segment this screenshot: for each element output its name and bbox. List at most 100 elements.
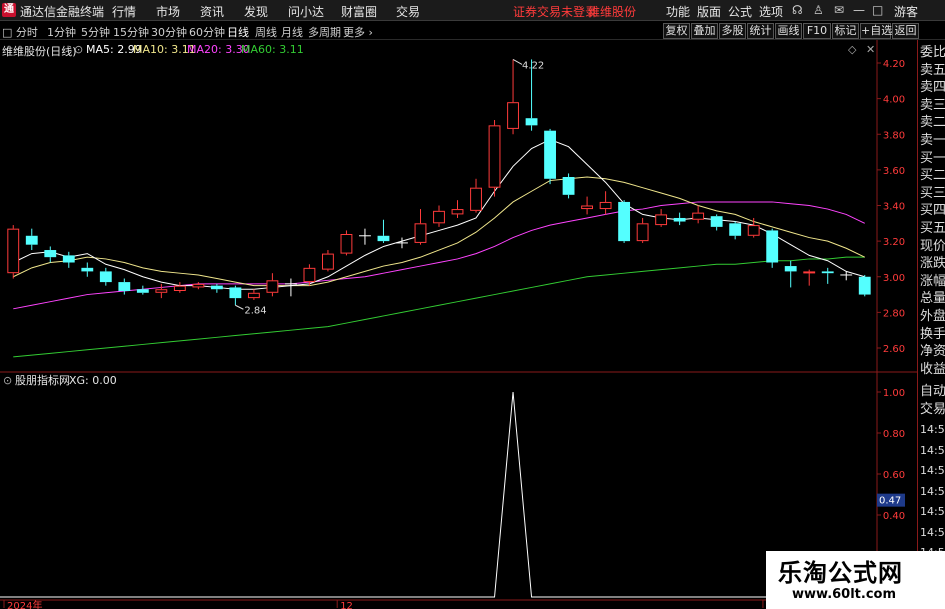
period-1min[interactable]: 1分钟 bbox=[47, 24, 76, 40]
menu-item-trade[interactable]: 交易 bbox=[396, 3, 420, 20]
period-more[interactable]: 更多 › bbox=[343, 24, 373, 40]
headset-icon[interactable]: ☊ bbox=[792, 3, 803, 17]
price-tick-label: 2.80 bbox=[883, 308, 905, 319]
mark-button[interactable]: 标记 bbox=[832, 23, 859, 39]
sub-indicator-chart bbox=[0, 391, 865, 598]
moving-average-lines bbox=[13, 139, 865, 358]
period-60min[interactable]: 60分钟 bbox=[189, 24, 225, 40]
sub-tick-label: 0.40 bbox=[883, 511, 905, 522]
price-tick-label: 2.60 bbox=[883, 344, 905, 355]
trading-terminal-window: 通 通达信金融终端 行情 市场 资讯 发现 问小达 财富圈 交易 证券交易未登录… bbox=[0, 0, 945, 609]
menu-item-layout[interactable]: 版面 bbox=[697, 3, 721, 20]
candle-body-down bbox=[118, 282, 131, 291]
candle-body-up bbox=[747, 225, 760, 236]
period-15min[interactable]: 15分钟 bbox=[113, 24, 149, 40]
candle-body-down bbox=[525, 118, 538, 126]
period-label: 分时 bbox=[15, 26, 38, 39]
menu-item-market[interactable]: 市场 bbox=[156, 3, 180, 20]
period-multi[interactable]: 多周期 bbox=[308, 24, 341, 40]
menu-item-options[interactable]: 选项 bbox=[759, 3, 783, 20]
menu-item-discover[interactable]: 发现 bbox=[244, 3, 268, 20]
price-tick-label: 3.00 bbox=[883, 273, 905, 284]
shirt-icon[interactable]: ♙ bbox=[813, 3, 824, 17]
candle-body-up bbox=[247, 292, 260, 299]
quote-label: 涨跌 bbox=[920, 256, 945, 272]
candle-body-down bbox=[858, 276, 871, 295]
trade-time: 14:56 bbox=[920, 423, 945, 436]
candle-body-down bbox=[766, 230, 779, 263]
multi-stock-button[interactable]: 多股 bbox=[719, 23, 746, 39]
candle-body-down bbox=[25, 235, 38, 245]
period-daily[interactable]: 日线 bbox=[227, 24, 249, 40]
menu-item-wealth-circle[interactable]: 财富圈 bbox=[341, 3, 377, 20]
sub-tick-label: 0.80 bbox=[883, 429, 905, 440]
menu-item-news[interactable]: 资讯 bbox=[200, 3, 224, 20]
candle-body-down bbox=[44, 250, 57, 258]
login-notice[interactable]: 证券交易未登录 bbox=[513, 3, 597, 20]
back-button[interactable]: 返回 bbox=[892, 23, 919, 39]
minimize-icon[interactable]: — bbox=[853, 3, 865, 17]
period-more-label: 更多 bbox=[343, 26, 365, 39]
candle-body-up bbox=[636, 223, 649, 242]
quote-label: 涨幅 bbox=[920, 273, 945, 289]
period-toolbar: □ 分时 1分钟 5分钟 15分钟 30分钟 60分钟 日线 周线 月线 多周期… bbox=[0, 22, 945, 40]
xg-line bbox=[0, 391, 865, 598]
adjust-button[interactable]: 复权 bbox=[663, 23, 690, 39]
quote-label: 卖四 bbox=[920, 80, 945, 96]
overlay-button[interactable]: 叠加 bbox=[691, 23, 718, 39]
message-icon[interactable]: ✉ bbox=[834, 3, 844, 17]
candle-body-up bbox=[803, 271, 816, 274]
quote-label: 卖三 bbox=[920, 97, 945, 113]
quote-label: 买五 bbox=[920, 221, 945, 236]
auto-trade-label[interactable]: 自动 bbox=[920, 383, 945, 401]
maximize-icon[interactable]: □ bbox=[872, 3, 883, 17]
candle-body-down bbox=[710, 216, 723, 227]
menu-item-ask[interactable]: 问小达 bbox=[288, 3, 324, 20]
kline-chart[interactable]: 4.22 2.84 4.20 4.00 3.80 3.60 3.40 3.20 3.00 2.8… bbox=[0, 40, 917, 609]
xg-value: XG: 0.00 bbox=[69, 374, 117, 387]
price-tick-label: 3.20 bbox=[883, 237, 905, 248]
add-watchlist-button[interactable]: +自选 bbox=[860, 23, 892, 39]
price-tick-label: 4.00 bbox=[883, 95, 905, 106]
period-weekly[interactable]: 周线 bbox=[255, 24, 277, 40]
candle-body-down bbox=[729, 223, 742, 236]
quote-label: 现价 bbox=[920, 238, 945, 254]
trade-time: 14:56 bbox=[920, 464, 945, 477]
sub-chart-info: ⊙ 股朋指标网 XG: 0.00 bbox=[3, 373, 117, 387]
quote-label: 外盘 bbox=[920, 309, 945, 324]
quote-label: 买一 bbox=[920, 150, 945, 166]
quote-label: 买四 bbox=[920, 203, 945, 219]
trade-time: 14:56 bbox=[920, 484, 945, 498]
statistics-button[interactable]: 统计 bbox=[747, 23, 774, 39]
candle-body-up bbox=[266, 280, 279, 293]
period-30min[interactable]: 30分钟 bbox=[151, 24, 187, 40]
draw-line-button[interactable]: 画线 bbox=[775, 23, 802, 39]
watermark-logo: 乐淘公式网 www.60lt.com bbox=[766, 551, 945, 609]
trade-time: 14:56 bbox=[920, 505, 945, 518]
period-5min[interactable]: 5分钟 bbox=[81, 24, 110, 40]
candle-body-down bbox=[673, 217, 686, 222]
quote-label: 卖一 bbox=[920, 133, 945, 148]
sub-settings-icon[interactable]: ⊙ bbox=[3, 374, 12, 387]
quote-label: 卖五 bbox=[920, 62, 945, 78]
price-axis: 4.20 4.00 3.80 3.60 3.40 3.20 3.00 2.80 2.60 1.00… bbox=[877, 59, 905, 563]
menu-item-quotes[interactable]: 行情 bbox=[112, 3, 136, 20]
candle-body-down bbox=[62, 255, 75, 263]
low-price-label: 2.84 bbox=[244, 305, 266, 316]
quote-label: 卖二 bbox=[920, 115, 945, 131]
app-logo-icon: 通 bbox=[2, 3, 16, 17]
menu-item-formula[interactable]: 公式 bbox=[728, 3, 752, 20]
candle-body-down bbox=[210, 285, 223, 290]
price-tick-label: 3.40 bbox=[883, 202, 905, 213]
candle-body-down bbox=[377, 235, 390, 242]
candle-body-up bbox=[155, 289, 168, 293]
candle-body-up bbox=[322, 253, 334, 270]
period-intraday[interactable]: □ 分时 bbox=[2, 24, 38, 40]
auto-trade-label[interactable]: 交易 bbox=[920, 401, 945, 419]
candle-body-up bbox=[414, 223, 427, 243]
menu-item-functions[interactable]: 功能 bbox=[666, 3, 690, 20]
period-monthly[interactable]: 月线 bbox=[281, 24, 303, 40]
user-label[interactable]: 游客 bbox=[894, 3, 918, 20]
quote-side-panel: 委比 卖五 卖四 卖三 卖二 卖一 买一 买二 买三 买四 买五 现价 涨跌 涨幅 总量 外盘 换手 净资 收益 自动… bbox=[917, 40, 945, 609]
f10-button[interactable]: F10 bbox=[803, 23, 831, 39]
